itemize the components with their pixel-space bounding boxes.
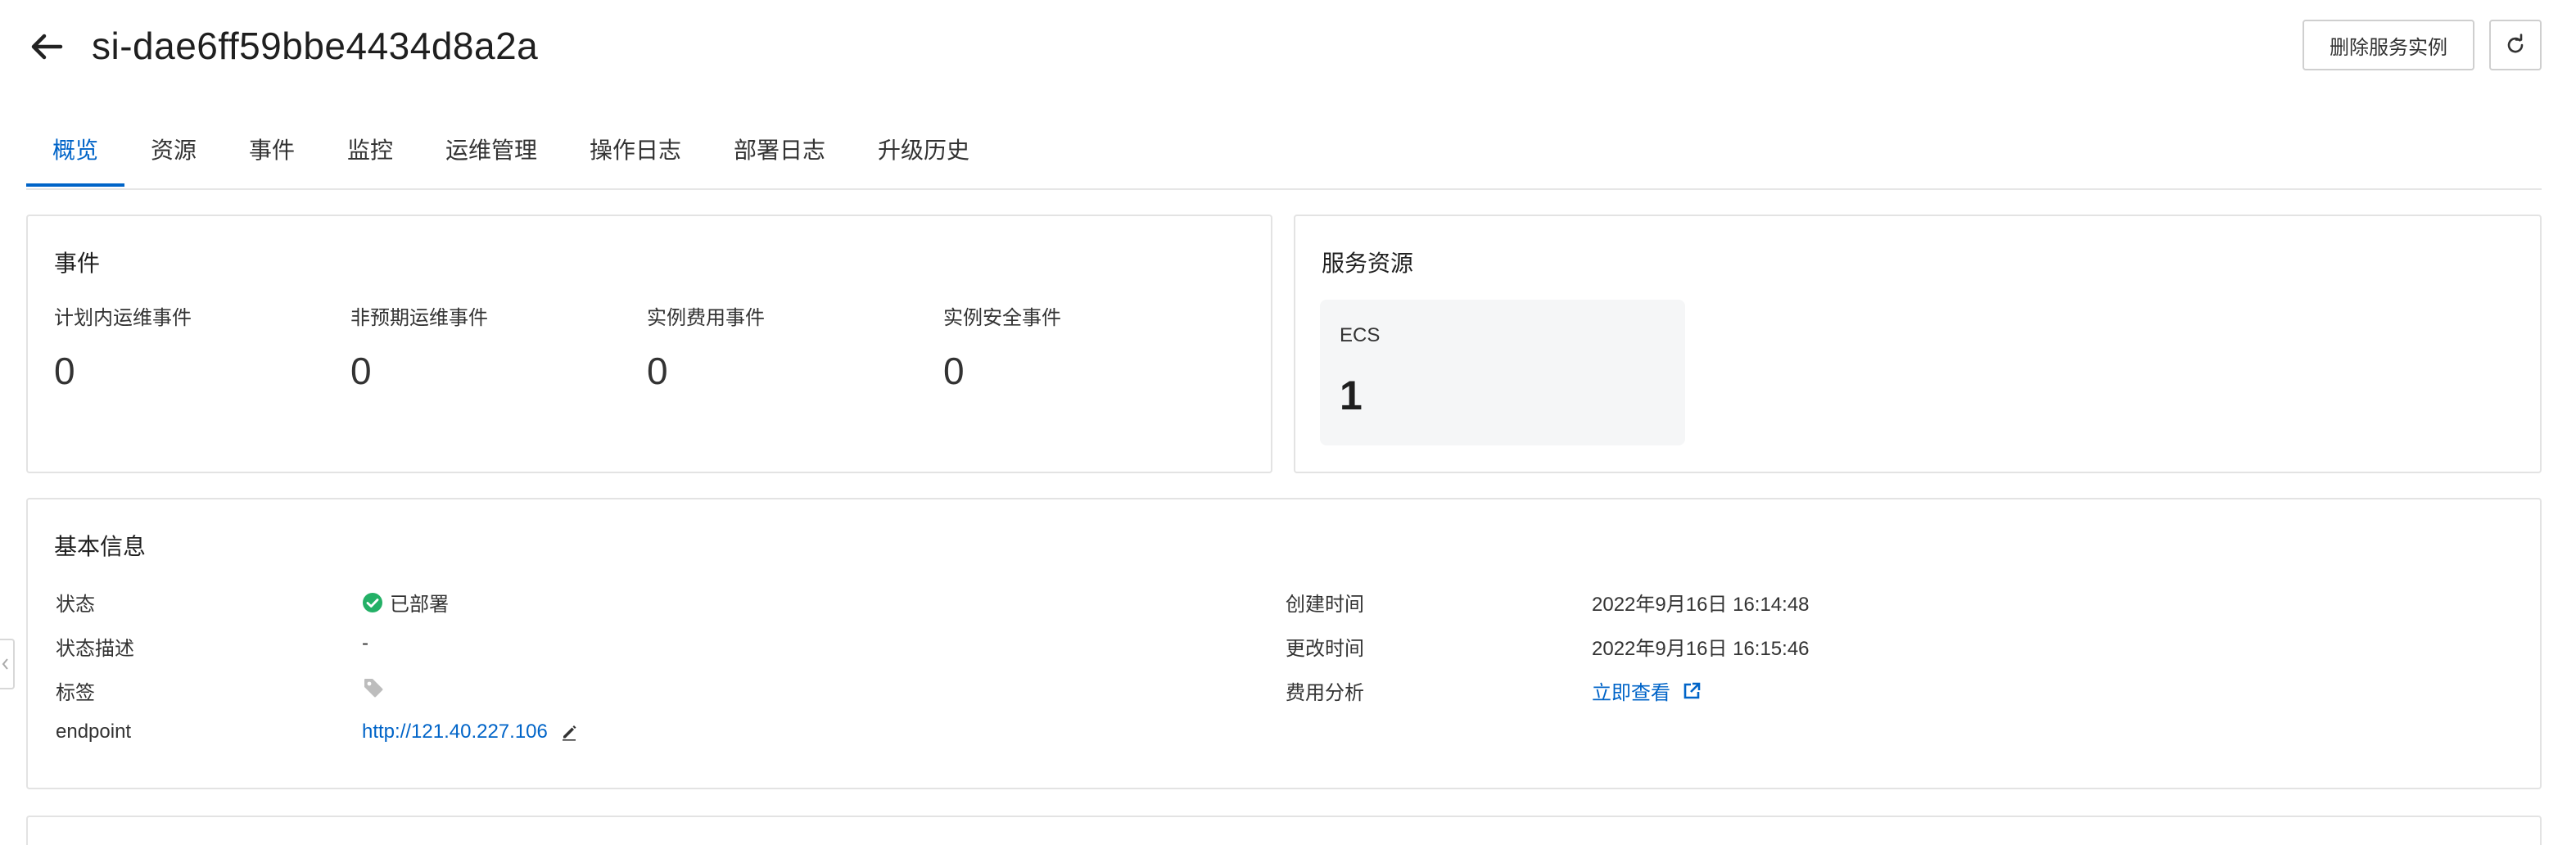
page-title: si-dae6ff59bbe4434d8a2a — [92, 25, 539, 67]
service-resources-title: 服务资源 — [1322, 251, 1414, 276]
page: si-dae6ff59bbe4434d8a2a 删除服务实例 概览 资源 事件 … — [0, 0, 2576, 845]
tags-label: 标签 — [56, 682, 95, 704]
ecs-resource-tile[interactable]: ECS 1 — [1320, 300, 1685, 445]
endpoint-link[interactable]: http://121.40.227.106 — [362, 721, 548, 743]
tab-deploy-log[interactable]: 部署日志 — [734, 123, 825, 187]
created-value: 2022年9月16日 16:14:48 — [1592, 594, 1810, 616]
refresh-button[interactable] — [2489, 20, 2542, 70]
tab-ops-management[interactable]: 运维管理 — [445, 123, 537, 187]
status-label: 状态 — [56, 594, 95, 616]
planned-ops-count[interactable]: 0 — [54, 349, 75, 393]
status-text: 已部署 — [390, 594, 449, 616]
next-card — [26, 816, 2542, 845]
modified-label: 更改时间 — [1286, 638, 1364, 660]
status-desc-value: - — [362, 632, 368, 654]
events-title: 事件 — [54, 251, 101, 276]
endpoint-label: endpoint — [56, 721, 132, 743]
security-events-count[interactable]: 0 — [943, 349, 965, 393]
events-card: 事件 计划内运维事件 0 非预期运维事件 0 实例费用事件 0 实例安全事件 0 — [26, 215, 1272, 473]
ecs-count: 1 — [1340, 373, 1363, 418]
tab-monitoring[interactable]: 监控 — [347, 123, 393, 187]
security-events-label: 实例安全事件 — [943, 307, 1061, 329]
billing-events-count[interactable]: 0 — [647, 349, 668, 393]
modified-value: 2022年9月16日 16:15:46 — [1592, 638, 1810, 660]
status-desc-label: 状态描述 — [56, 638, 134, 660]
tag-icon[interactable] — [362, 676, 385, 699]
unplanned-ops-label: 非预期运维事件 — [350, 307, 488, 329]
endpoint-value: http://121.40.227.106 — [362, 721, 579, 743]
tab-operation-log[interactable]: 操作日志 — [590, 123, 681, 187]
sidebar-collapse-handle[interactable] — [0, 639, 15, 689]
external-link-icon[interactable] — [1682, 681, 1702, 701]
tab-upgrade-history[interactable]: 升级历史 — [878, 123, 969, 187]
active-tab-indicator — [26, 183, 124, 187]
status-value: 已部署 — [362, 588, 449, 617]
tab-overview[interactable]: 概览 — [52, 123, 98, 187]
check-circle-icon — [363, 592, 382, 612]
edit-icon[interactable] — [559, 722, 579, 742]
created-label: 创建时间 — [1286, 594, 1364, 616]
arrow-left-icon[interactable] — [28, 28, 66, 66]
unplanned-ops-count[interactable]: 0 — [350, 349, 372, 393]
basic-info-title: 基本信息 — [54, 534, 147, 559]
basic-info-card: 基本信息 状态 已部署 状态描述 - 标签 endpoint http://12… — [26, 498, 2542, 789]
view-cost-link[interactable]: 立即查看 — [1592, 676, 1670, 705]
cost-analysis-label: 费用分析 — [1286, 682, 1364, 704]
tab-bar: 概览 资源 事件 监控 运维管理 操作日志 部署日志 升级历史 — [26, 123, 2542, 190]
cost-analysis-value: 立即查看 — [1592, 676, 1702, 705]
planned-ops-label: 计划内运维事件 — [54, 307, 192, 329]
ecs-label: ECS — [1340, 324, 1381, 346]
billing-events-label: 实例费用事件 — [647, 307, 765, 329]
refresh-icon — [2507, 34, 2524, 53]
delete-instance-button[interactable]: 删除服务实例 — [2303, 20, 2474, 70]
tab-resources[interactable]: 资源 — [151, 123, 197, 187]
tab-events[interactable]: 事件 — [249, 123, 295, 187]
chevron-left-icon — [2, 658, 8, 670]
